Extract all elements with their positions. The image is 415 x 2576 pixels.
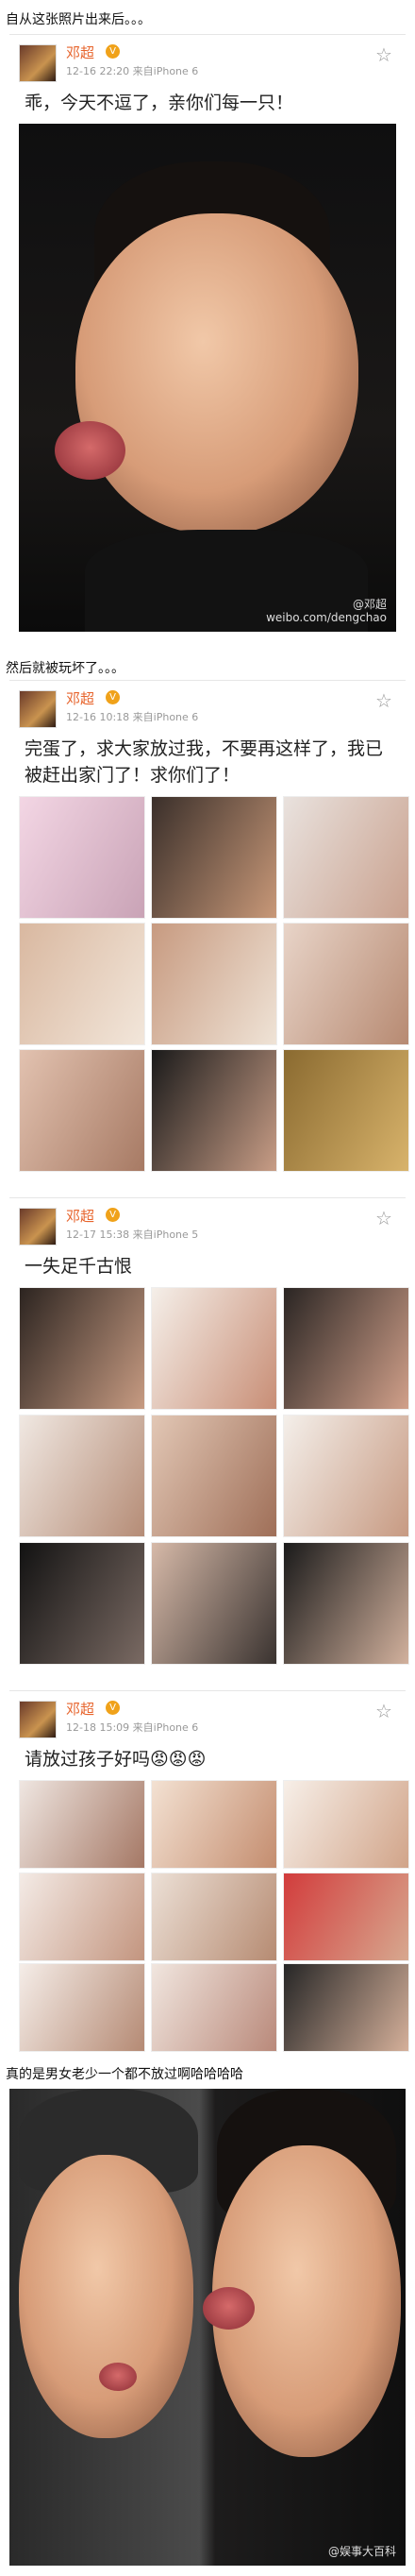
weibo-post-1: 邓超 V 12-16 22:20 来自iPhone 6 ☆ 乖，今天不逗了，亲你… <box>9 34 406 652</box>
grid-photo[interactable] <box>19 1780 145 1869</box>
caption-intro: 自从这张照片出来后。。。 <box>6 12 151 27</box>
grid-photo[interactable] <box>19 1049 145 1172</box>
post-text: 乖，今天不逗了，亲你们每一只！ <box>25 93 294 113</box>
post-header: 邓超 V 12-18 15:09 来自iPhone 6 ☆ <box>9 1691 406 1744</box>
post-meta: 12-16 10:18 来自iPhone 6 <box>66 711 199 723</box>
grid-photo[interactable] <box>283 796 409 919</box>
grid-photo[interactable] <box>283 923 409 1045</box>
grid-photo[interactable] <box>283 1963 409 2052</box>
grid-photo[interactable] <box>19 1873 145 1961</box>
avatar[interactable] <box>19 690 57 728</box>
grid-photo[interactable] <box>19 1542 145 1665</box>
grid-photo[interactable] <box>151 923 277 1045</box>
grid-photo[interactable] <box>19 1287 145 1410</box>
weibo-post-3: 邓超 V 12-17 15:38 来自iPhone 5 ☆ 一失足千古恨 <box>9 1197 409 1674</box>
vip-badge-icon: V <box>106 690 120 704</box>
grid-photo[interactable] <box>151 796 277 919</box>
grid-photo[interactable] <box>19 923 145 1045</box>
grid-photo[interactable] <box>151 1049 277 1172</box>
vip-badge-icon: V <box>106 1208 120 1222</box>
grid-photo[interactable] <box>151 1542 277 1665</box>
final-photo[interactable]: @娱事大百科 <box>9 2089 406 2566</box>
caption-last: 真的是男女老少一个都不放过啊哈哈哈哈 <box>6 2067 243 2082</box>
grid-photo[interactable] <box>151 1873 277 1961</box>
grid-photo[interactable] <box>151 1415 277 1537</box>
photo-grid <box>19 796 409 1172</box>
post-header: 邓超 V 12-17 15:38 来自iPhone 5 ☆ <box>9 1198 406 1251</box>
user-name[interactable]: 邓超 <box>66 42 94 62</box>
grid-photo[interactable] <box>283 1780 409 1869</box>
grid-photo[interactable] <box>283 1873 409 1961</box>
weibo-post-4: 邓超 V 12-18 15:09 来自iPhone 6 ☆ 请放过孩子好吗😡😡😡 <box>9 1690 409 2058</box>
star-icon[interactable]: ☆ <box>374 1701 394 1721</box>
grid-photo[interactable] <box>283 1415 409 1537</box>
post-text: 完蛋了，求大家放过我，不要再这样了，我已被赶出家门了！求你们了！ <box>25 738 384 786</box>
star-icon[interactable]: ☆ <box>374 690 394 711</box>
post-header: 邓超 V 12-16 10:18 来自iPhone 6 ☆ <box>9 681 406 734</box>
vip-badge-icon: V <box>106 1701 120 1715</box>
user-name[interactable]: 邓超 <box>66 688 94 708</box>
avatar[interactable] <box>19 44 57 82</box>
grid-photo[interactable] <box>283 1287 409 1410</box>
weibo-post-2: 邓超 V 12-16 10:18 来自iPhone 6 ☆ 完蛋了，求大家放过我… <box>9 680 409 1186</box>
grid-photo[interactable] <box>283 1049 409 1172</box>
grid-photo[interactable] <box>19 796 145 919</box>
grid-photo[interactable] <box>19 1963 145 2052</box>
post-header: 邓超 V 12-16 22:20 来自iPhone 6 ☆ <box>9 35 406 88</box>
post-text: 请放过孩子好吗😡😡😡 <box>25 1749 207 1770</box>
avatar[interactable] <box>19 1208 57 1246</box>
watermark: @娱事大百科 <box>327 2545 396 2558</box>
caption-second: 然后就被玩坏了。。。 <box>6 661 124 676</box>
avatar[interactable] <box>19 1701 57 1738</box>
grid-photo[interactable] <box>151 1287 277 1410</box>
vip-badge-icon: V <box>106 44 120 59</box>
grid-photo[interactable] <box>151 1963 277 2052</box>
star-icon[interactable]: ☆ <box>374 44 394 65</box>
post-photo[interactable]: @邓超 weibo.com/dengchao <box>19 124 396 632</box>
grid-photo[interactable] <box>19 1415 145 1537</box>
user-name[interactable]: 邓超 <box>66 1206 94 1226</box>
post-meta: 12-18 15:09 来自iPhone 6 <box>66 1721 199 1734</box>
star-icon[interactable]: ☆ <box>374 1208 394 1229</box>
grid-photo[interactable] <box>283 1542 409 1665</box>
photo-grid <box>19 1287 409 1665</box>
grid-photo[interactable] <box>151 1780 277 1869</box>
post-meta: 12-17 15:38 来自iPhone 5 <box>66 1229 199 1241</box>
post-meta: 12-16 22:20 来自iPhone 6 <box>66 65 199 77</box>
watermark: @邓超 weibo.com/dengchao <box>266 598 387 624</box>
user-name[interactable]: 邓超 <box>66 1699 94 1719</box>
photo-grid <box>19 1780 409 2052</box>
post-text: 一失足千古恨 <box>25 1256 133 1277</box>
